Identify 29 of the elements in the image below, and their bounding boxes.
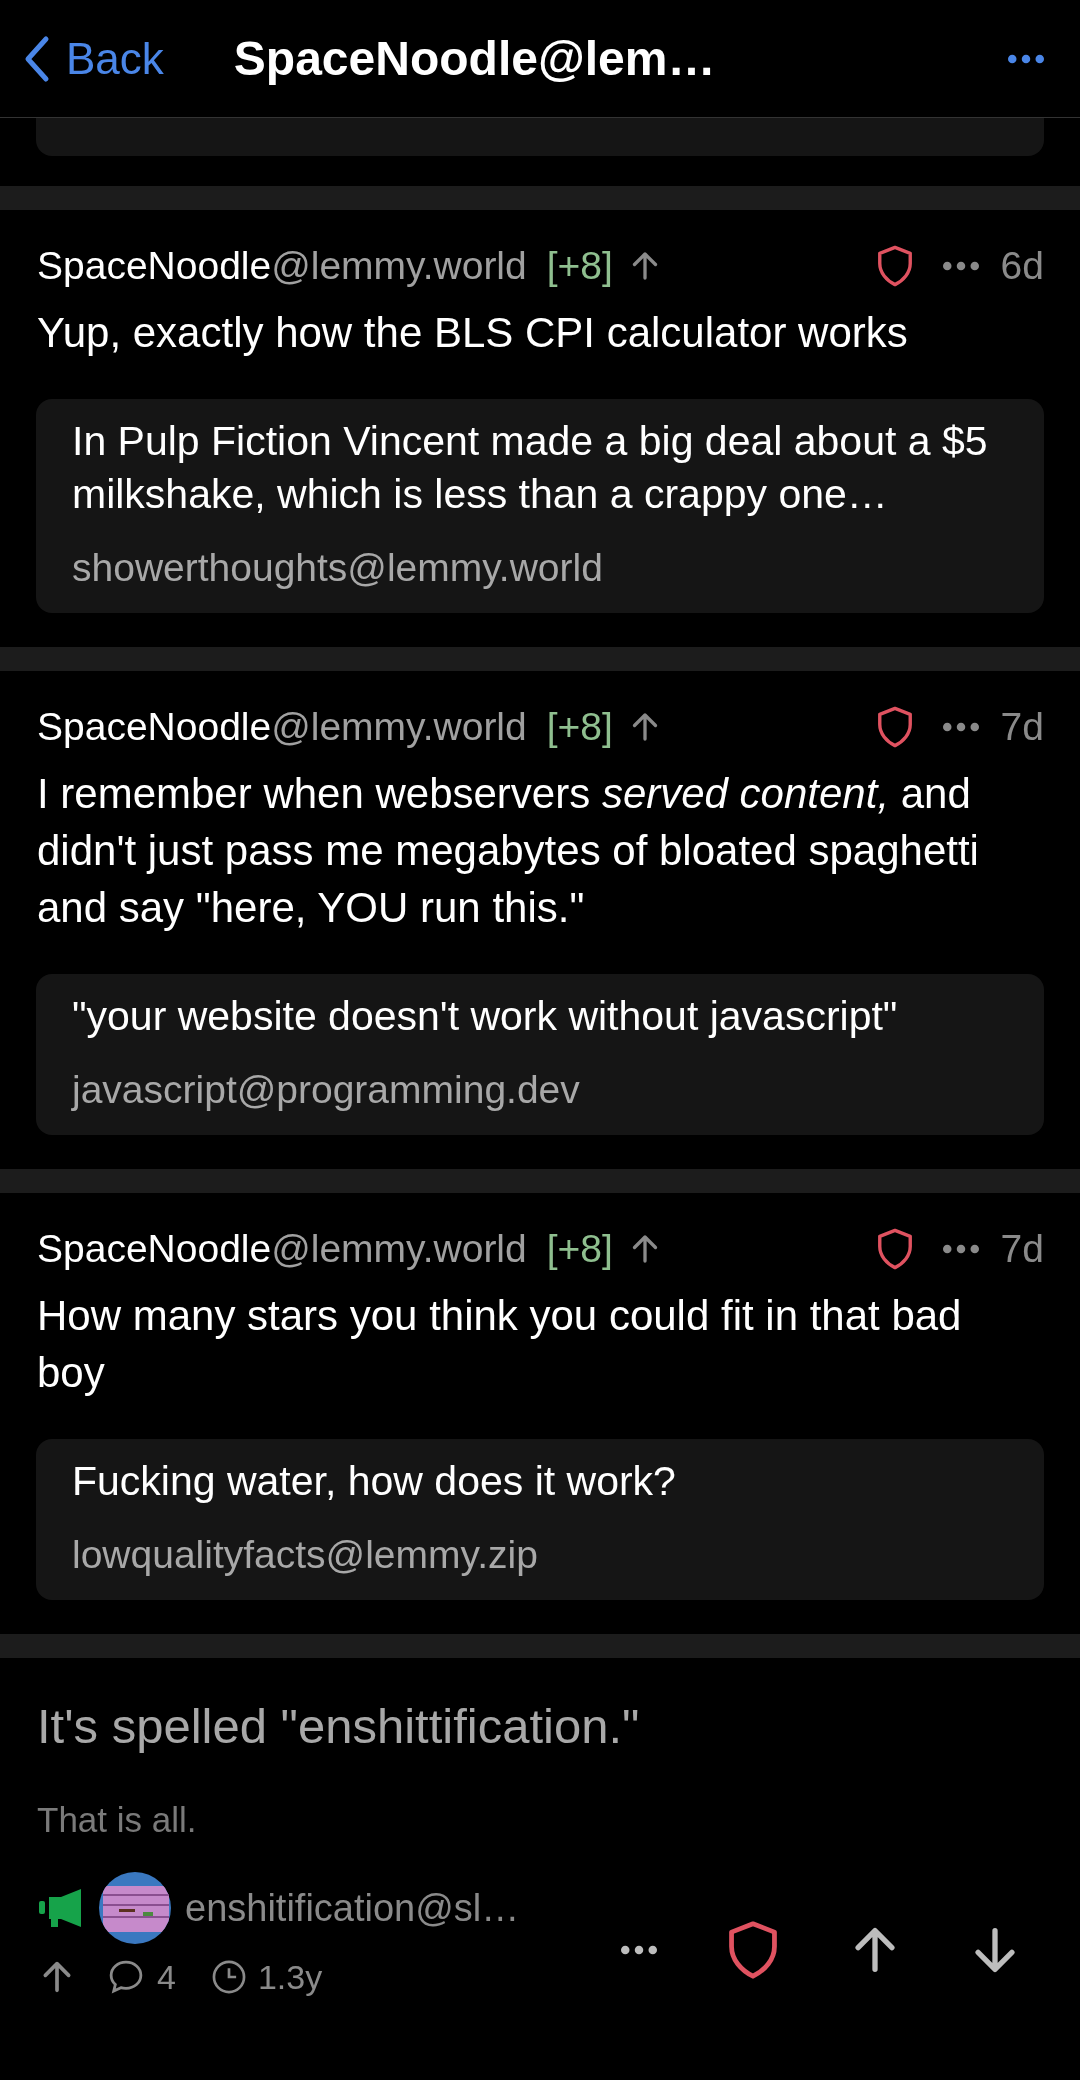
community-name[interactable]: lowqualityfacts@lemmy.zip <box>72 1530 1008 1580</box>
comment-age: 6d <box>1000 244 1044 288</box>
post-body: That is all. <box>37 1800 198 1840</box>
more-icon[interactable] <box>618 1945 660 1955</box>
quoted-post-title[interactable]: Fucking water, how does it work? <box>72 1455 1008 1508</box>
community-name[interactable]: showerthoughts@lemmy.world <box>72 543 1008 593</box>
more-icon[interactable] <box>940 722 981 732</box>
comment-count: 4 <box>157 1957 176 1997</box>
post-age: 1.3y <box>257 1957 323 1997</box>
comment-text: Yup, exactly how the BLS CPI calculator works <box>36 308 909 358</box>
score: [+8] <box>546 244 613 288</box>
comment-text: I remember when webservers served content, and didn't just pass me megabytes of bloated spaghetti and say "here, YOU run this." <box>36 769 980 933</box>
more-icon[interactable] <box>940 261 981 271</box>
quoted-post-title[interactable]: "your website doesn't work without javascript" <box>72 990 1008 1043</box>
comment-text: How many stars you think you could fit in that bad boy <box>36 1291 963 1398</box>
post-title[interactable]: It's spelled "enshittification." <box>37 1696 1044 1756</box>
comment-age: 7d <box>1000 705 1044 749</box>
comment-author[interactable]: SpaceNoodle@lemmy.world <box>37 244 527 288</box>
score: [+8] <box>546 1227 613 1271</box>
community-name[interactable]: javascript@programming.dev <box>72 1065 1008 1115</box>
back-button[interactable]: Back <box>22 33 164 84</box>
page-title: SpaceNoodle@lem… <box>233 31 717 86</box>
more-icon[interactable] <box>940 1244 981 1254</box>
comment-author[interactable]: SpaceNoodle@lemmy.world <box>37 705 527 749</box>
comment-author[interactable]: SpaceNoodle@lemmy.world <box>37 1227 527 1271</box>
score: [+8] <box>546 705 613 749</box>
comment-age: 7d <box>1000 1227 1044 1271</box>
quoted-post-title[interactable]: In Pulp Fiction Vincent made a big deal about a $5 milkshake, which is less than a crappy one… <box>72 415 1008 521</box>
community-name[interactable]: enshitification@sl… <box>185 1886 520 1930</box>
